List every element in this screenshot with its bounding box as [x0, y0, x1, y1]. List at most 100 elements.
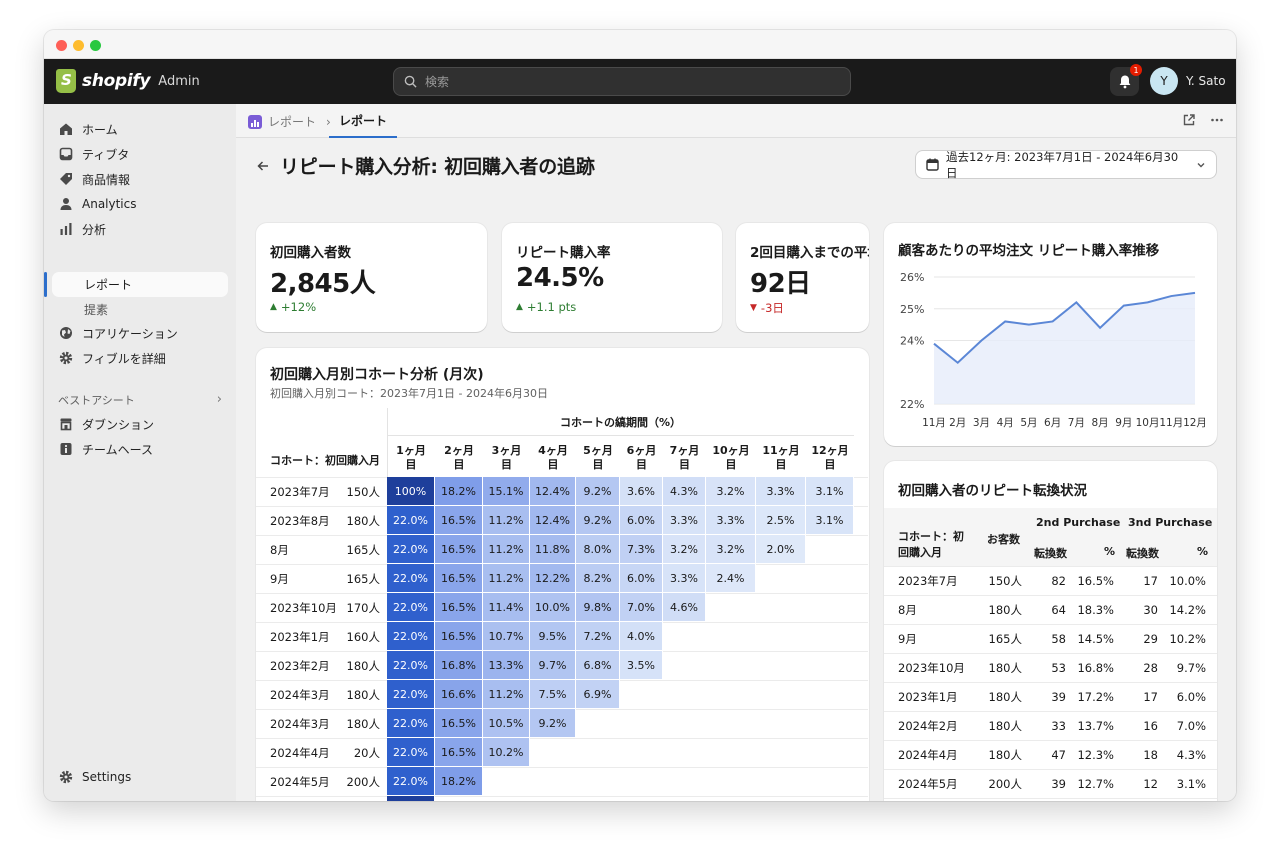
cohort-cell[interactable]: 8.2%	[576, 564, 620, 593]
cohort-cell[interactable]: 12.4%	[530, 506, 576, 535]
tab-reports[interactable]: レポート	[329, 104, 398, 138]
cohort-cell[interactable]: 7.3%	[620, 535, 663, 564]
sidebar-item-analysis[interactable]: 分析	[58, 218, 106, 240]
cohort-cell[interactable]: 3.2%	[706, 477, 756, 506]
cohort-cell[interactable]: 22.0%	[387, 622, 435, 651]
cohort-cell[interactable]: 6.9%	[576, 680, 620, 709]
sidebar-item-online-store[interactable]: ダブンション	[58, 413, 154, 435]
cohort-cell[interactable]: 16.6%	[435, 680, 483, 709]
cohort-cell[interactable]: 15.1%	[483, 477, 530, 506]
cohort-cell[interactable]: 7.0%	[620, 593, 663, 622]
cohort-cell[interactable]: 16.5%	[435, 709, 483, 738]
cohort-cell[interactable]: 16.5%	[435, 535, 483, 564]
cohort-cell[interactable]: 9.2%	[530, 709, 576, 738]
cohort-cell[interactable]: 3.3%	[756, 477, 806, 506]
cohort-cell[interactable]: 3.3%	[706, 506, 756, 535]
sidebar-item-applications[interactable]: コアリケーション	[58, 322, 178, 344]
breadcrumb[interactable]: レポート ›	[248, 113, 331, 130]
cohort-cell[interactable]: 16.5%	[435, 564, 483, 593]
cohort-cell[interactable]: 3.5%	[620, 651, 663, 680]
user-menu[interactable]: Y Y. Sato	[1150, 67, 1226, 95]
sidebar-item-analytics[interactable]: Analytics	[58, 193, 137, 215]
cohort-cell[interactable]: 11.2%	[483, 535, 530, 564]
cohort-cell[interactable]: 22.0%	[387, 535, 435, 564]
cohort-cell[interactable]: 3.6%	[620, 477, 663, 506]
sidebar-item-detail-settings[interactable]: フィブルを詳細	[58, 347, 166, 369]
cohort-cell[interactable]: 12.4%	[530, 477, 576, 506]
cohort-cell[interactable]: 11.2%	[483, 564, 530, 593]
close-window-button[interactable]	[56, 40, 67, 51]
cohort-cell[interactable]: 18.2%	[435, 767, 483, 796]
cohort-cell[interactable]: 6.0%	[620, 564, 663, 593]
cohort-cell[interactable]: 10.7%	[483, 622, 530, 651]
cohort-cell[interactable]: 11.2%	[483, 680, 530, 709]
sidebar-item-team[interactable]: チームヘース	[58, 438, 153, 460]
cohort-cell[interactable]: 16.5%	[435, 593, 483, 622]
cohort-cell[interactable]: 11.8%	[530, 535, 576, 564]
back-arrow-icon[interactable]	[256, 159, 270, 173]
sidebar-item-inbox[interactable]: ティブタ	[58, 143, 129, 165]
cohort-cell[interactable]: 2.5%	[756, 506, 806, 535]
cohort-cell[interactable]: 9.5%	[530, 622, 576, 651]
cohort-cell[interactable]: 11.2%	[483, 506, 530, 535]
cohort-cell[interactable]: 6.8%	[576, 651, 620, 680]
notifications-button[interactable]: 1	[1110, 64, 1142, 96]
cohort-cell[interactable]: 3.3%	[663, 506, 706, 535]
cohort-cell[interactable]: 8.0%	[576, 535, 620, 564]
date-range-button[interactable]: 過去12ヶ月: 2023年7月1日 - 2024年6月30日	[915, 150, 1217, 180]
external-link-icon[interactable]	[1182, 113, 1196, 127]
cohort-cell[interactable]: 4.6%	[663, 593, 706, 622]
cohort-cell[interactable]: 16.5%	[435, 622, 483, 651]
cohort-cell[interactable]: 9.8%	[576, 593, 620, 622]
cohort-cell[interactable]: 22.0%	[387, 506, 435, 535]
cohort-cell[interactable]: 22.0%	[387, 564, 435, 593]
cohort-cell[interactable]: 10.2%	[483, 738, 530, 767]
minimize-window-button[interactable]	[73, 40, 84, 51]
more-options-icon[interactable]	[1210, 113, 1224, 127]
cohort-cell[interactable]: 16.5%	[435, 738, 483, 767]
cohort-cell[interactable]: 6.0%	[620, 506, 663, 535]
sidebar-item-home[interactable]: ホーム	[58, 118, 118, 140]
search-bar[interactable]	[393, 67, 851, 96]
cohort-cell[interactable]: 12.2%	[530, 564, 576, 593]
cohort-cell[interactable]: 7.2%	[576, 622, 620, 651]
kpi-card-days-to-second[interactable]: 2回目購入までの平均日数 92日 ▼ -3日	[736, 223, 869, 332]
cohort-cell[interactable]: 10.0%	[530, 593, 576, 622]
search-input[interactable]	[425, 74, 805, 89]
cohort-cell[interactable]: 7.5%	[530, 680, 576, 709]
kpi-card-first-purchasers[interactable]: 初回購入者数 2,845人 ▲ +12%	[256, 223, 487, 332]
shopify-logo[interactable]: S shopify Admin	[56, 69, 200, 93]
cohort-cell[interactable]: 10.5%	[483, 709, 530, 738]
cohort-cell[interactable]: 22.0%	[387, 651, 435, 680]
cohort-cell[interactable]: 22.0%	[387, 680, 435, 709]
cohort-cell[interactable]: 4.0%	[620, 622, 663, 651]
cohort-cell[interactable]: 3.3%	[663, 564, 706, 593]
cohort-cell[interactable]: 2.0%	[756, 535, 806, 564]
cohort-cell[interactable]: 9.7%	[530, 651, 576, 680]
cohort-cell[interactable]: 3.2%	[663, 535, 706, 564]
cohort-cell[interactable]: 16.5%	[435, 506, 483, 535]
cohort-cell[interactable]: 100%	[387, 477, 435, 506]
cohort-cell[interactable]: 9.2%	[576, 506, 620, 535]
cohort-cell[interactable]: 2.4%	[706, 564, 756, 593]
cohort-cell[interactable]: 22.0%	[387, 709, 435, 738]
cohort-cell[interactable]: 9.2%	[576, 477, 620, 506]
cohort-cell[interactable]: 3.1%	[806, 506, 854, 535]
sidebar-item-suggestions[interactable]: 提素	[84, 301, 108, 318]
cohort-cell[interactable]: 3.2%	[706, 535, 756, 564]
cohort-cell[interactable]: 22.0%	[387, 767, 435, 796]
sidebar-item-reports[interactable]: レポート	[84, 276, 132, 293]
cohort-cell[interactable]: 4.3%	[663, 477, 706, 506]
cohort-cell[interactable]: 13.3%	[483, 651, 530, 680]
cohort-cell[interactable]: 11.4%	[483, 593, 530, 622]
sales-channels-header[interactable]: ベストアシート ›	[58, 392, 222, 408]
kpi-card-repeat-rate[interactable]: リピート購入率 24.5% ▲ +1.1 pts	[502, 223, 722, 332]
cohort-cell[interactable]: 16.8%	[435, 651, 483, 680]
sidebar-item-settings[interactable]: Settings	[58, 766, 131, 788]
cohort-cell[interactable]: 22.0%	[387, 738, 435, 767]
cohort-cell[interactable]: 18.2%	[435, 477, 483, 506]
sidebar-item-products[interactable]: 商品情報	[58, 168, 130, 190]
cohort-cell[interactable]: 3.1%	[806, 477, 854, 506]
zoom-window-button[interactable]	[90, 40, 101, 51]
cohort-cell[interactable]: 100%	[387, 796, 435, 801]
